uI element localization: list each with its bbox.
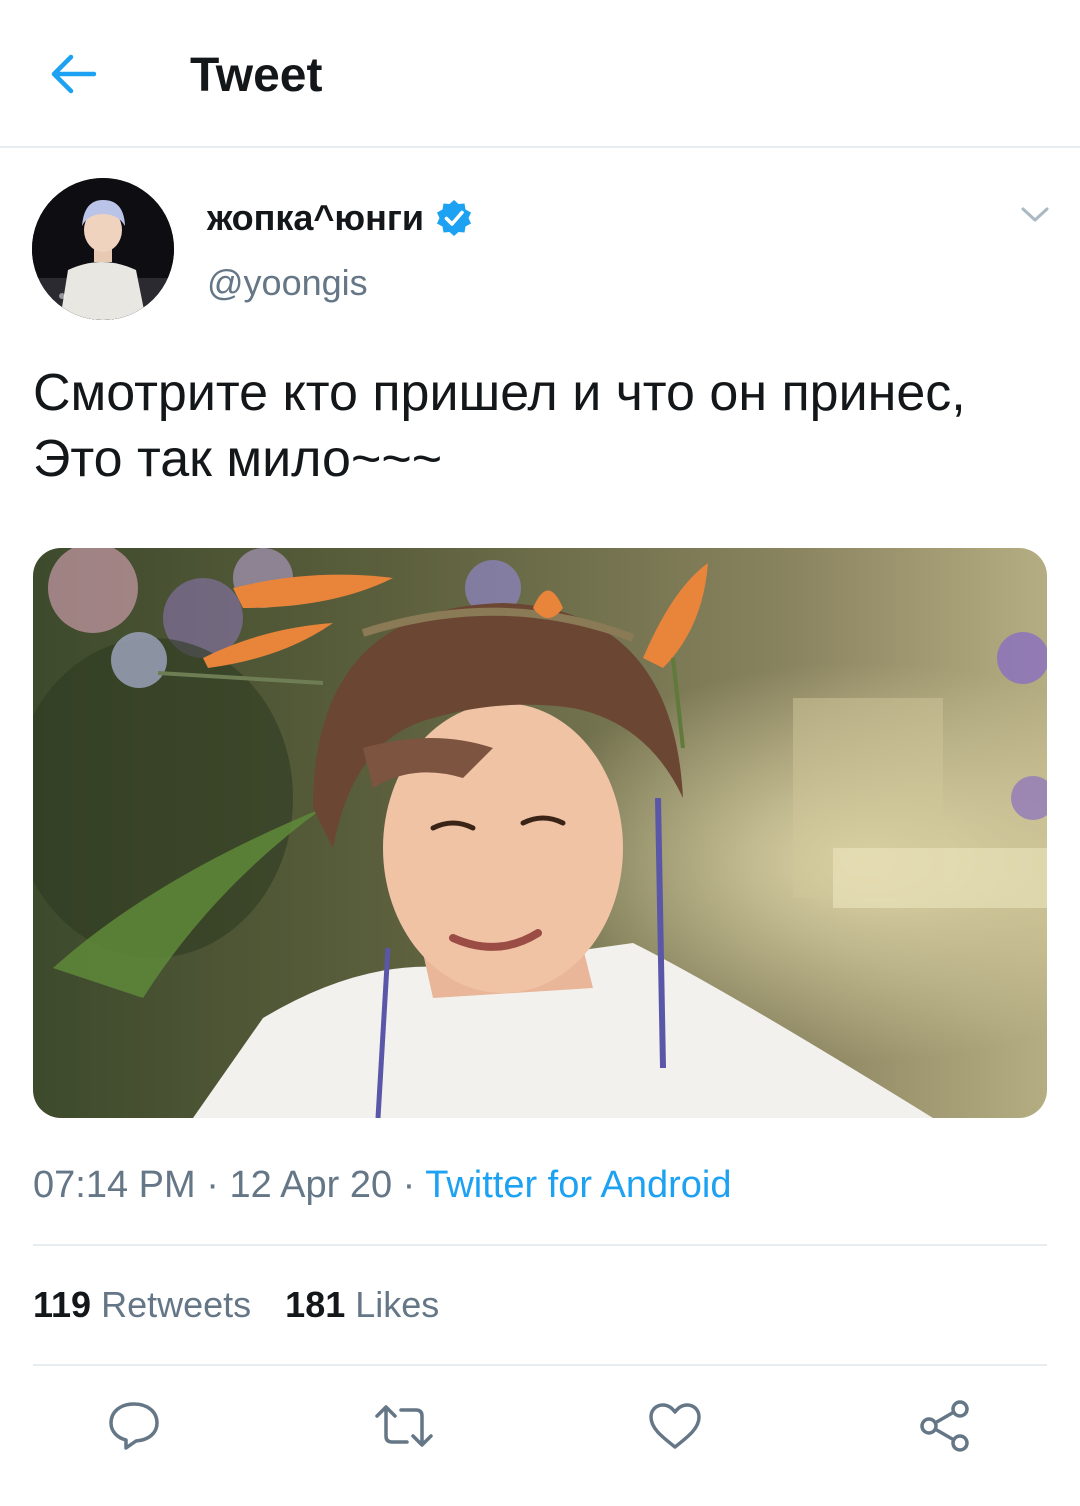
meta-separator: · xyxy=(195,1164,230,1206)
likes-stat[interactable]: 181 Likes xyxy=(285,1284,439,1326)
display-name: жопка^юнги xyxy=(207,197,425,238)
share-button[interactable] xyxy=(913,1394,977,1458)
avatar-image xyxy=(32,178,174,320)
like-button[interactable] xyxy=(643,1394,707,1458)
share-icon xyxy=(920,1400,969,1452)
tweet-date: 12 Apr 20 xyxy=(229,1164,393,1206)
back-button[interactable] xyxy=(40,44,106,104)
handle[interactable]: @yoongis xyxy=(207,262,368,304)
retweets-stat[interactable]: 119 Retweets xyxy=(33,1284,251,1326)
reply-icon xyxy=(109,1402,159,1450)
avatar[interactable] xyxy=(32,178,174,320)
like-icon xyxy=(649,1403,701,1449)
tweet-time: 07:14 PM xyxy=(33,1164,196,1206)
arrow-left-icon xyxy=(51,54,96,94)
likes-count: 181 xyxy=(285,1284,346,1325)
retweets-count: 119 xyxy=(33,1284,92,1325)
page-title: Tweet xyxy=(190,49,323,102)
author-name-row[interactable]: жопка^юнги xyxy=(207,196,474,240)
engagement-stats: 119 Retweets 181 Likes xyxy=(33,1284,439,1326)
chevron-down-icon xyxy=(1021,207,1049,222)
retweets-label: Retweets xyxy=(101,1284,252,1325)
tweet-text: Смотрите кто пришел и что он принес, Это… xyxy=(33,364,966,488)
meta-separator: · xyxy=(392,1164,426,1206)
likes-label: Likes xyxy=(355,1284,440,1325)
retweet-button[interactable] xyxy=(372,1394,436,1458)
tweet-media-image[interactable] xyxy=(33,548,1047,1118)
verified-badge-icon xyxy=(437,200,472,236)
tweet-source-link[interactable]: Twitter for Android xyxy=(425,1164,731,1206)
tweet-options-button[interactable] xyxy=(1012,198,1058,232)
tweet-timestamp: 07:14 PM · 12 Apr 20 · Twitter for Andro… xyxy=(33,1164,731,1207)
divider xyxy=(33,1244,1047,1246)
photo xyxy=(33,548,1047,1118)
top-app-bar: Tweet xyxy=(0,0,1080,148)
divider xyxy=(33,1364,1047,1366)
retweet-icon xyxy=(375,1405,433,1447)
reply-button[interactable] xyxy=(102,1394,166,1458)
